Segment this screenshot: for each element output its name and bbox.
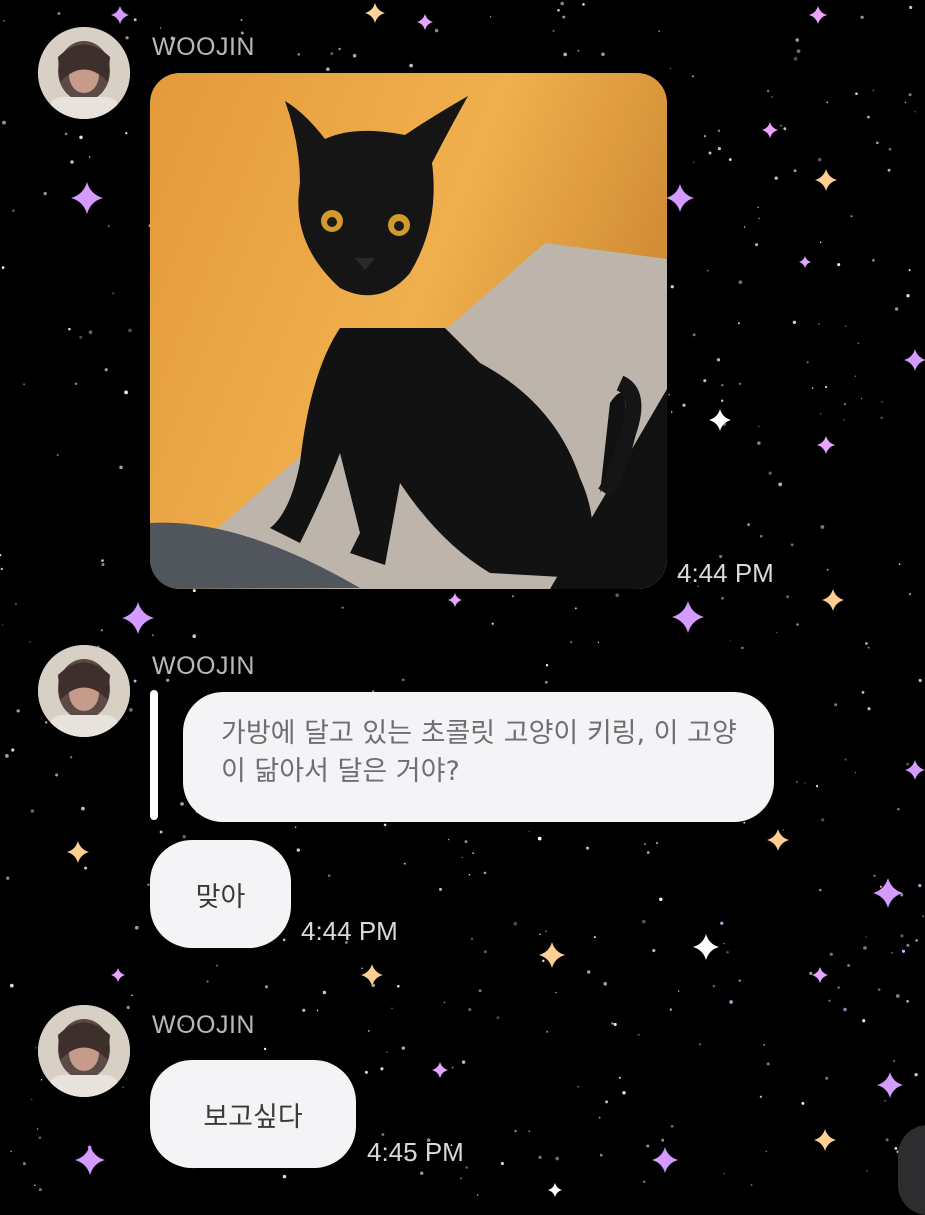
avatar-photo-icon — [38, 1005, 130, 1097]
sparkle-star-icon — [365, 3, 385, 23]
sparkle-star-icon — [71, 182, 103, 214]
sparkle-star-icon — [548, 1183, 562, 1197]
message-timestamp: 4:44 PM — [677, 558, 774, 588]
shared-photo[interactable] — [150, 73, 667, 589]
sparkle-star-icon — [67, 841, 89, 863]
reply-indicator-bar — [150, 690, 158, 820]
sparkle-star-icon — [111, 6, 129, 24]
sparkle-star-icon — [539, 942, 565, 968]
sparkle-star-icon — [672, 601, 704, 633]
quoted-message[interactable]: 가방에 달고 있는 초콜릿 고양이 키링, 이 고양이 닮아서 달은 거야? — [183, 692, 774, 822]
sparkle-star-icon — [904, 349, 925, 371]
scroll-indicator[interactable] — [898, 1125, 925, 1215]
sparkle-star-icon — [122, 602, 154, 634]
sparkle-star-icon — [817, 436, 835, 454]
sparkle-star-icon — [693, 934, 719, 960]
sparkle-star-icon — [762, 122, 778, 138]
sparkle-star-icon — [432, 1062, 448, 1078]
sparkle-star-icon — [652, 1147, 678, 1173]
sparkle-star-icon — [448, 593, 462, 607]
sparkle-star-icon — [809, 6, 827, 24]
message-timestamp: 4:45 PM — [367, 1137, 464, 1167]
sender-name: WOOJIN — [152, 652, 255, 680]
sparkle-star-icon — [822, 589, 844, 611]
avatar-photo-icon — [38, 27, 130, 119]
sparkle-star-icon — [361, 964, 383, 986]
avatar-photo-icon — [38, 645, 130, 737]
sparkle-star-icon — [815, 169, 837, 191]
sender-name: WOOJIN — [152, 1011, 255, 1039]
message-text: 맞아 — [195, 881, 246, 913]
message-timestamp: 4:44 PM — [301, 916, 398, 946]
sender-name: WOOJIN — [152, 33, 255, 61]
avatar[interactable] — [38, 1005, 130, 1097]
sparkle-star-icon — [812, 967, 828, 983]
sparkle-star-icon — [905, 760, 925, 780]
sparkle-star-icon — [877, 1072, 903, 1098]
sparkle-star-icon — [666, 184, 694, 212]
sparkle-star-icon — [709, 409, 731, 431]
message-bubble[interactable]: 맞아 — [150, 840, 291, 948]
sparkle-star-icon — [417, 14, 433, 30]
black-cat-photo-icon — [150, 73, 667, 589]
sparkle-star-icon — [873, 878, 903, 908]
sparkle-star-icon — [111, 968, 125, 982]
sparkle-star-icon — [767, 829, 789, 851]
sparkle-star-icon — [799, 256, 811, 268]
sparkle-star-icon — [75, 1145, 105, 1175]
avatar[interactable] — [38, 645, 130, 737]
avatar[interactable] — [38, 27, 130, 119]
sparkle-star-icon — [814, 1129, 836, 1151]
message-text: 보고싶다 — [203, 1101, 303, 1133]
message-bubble[interactable]: 보고싶다 — [150, 1060, 356, 1168]
